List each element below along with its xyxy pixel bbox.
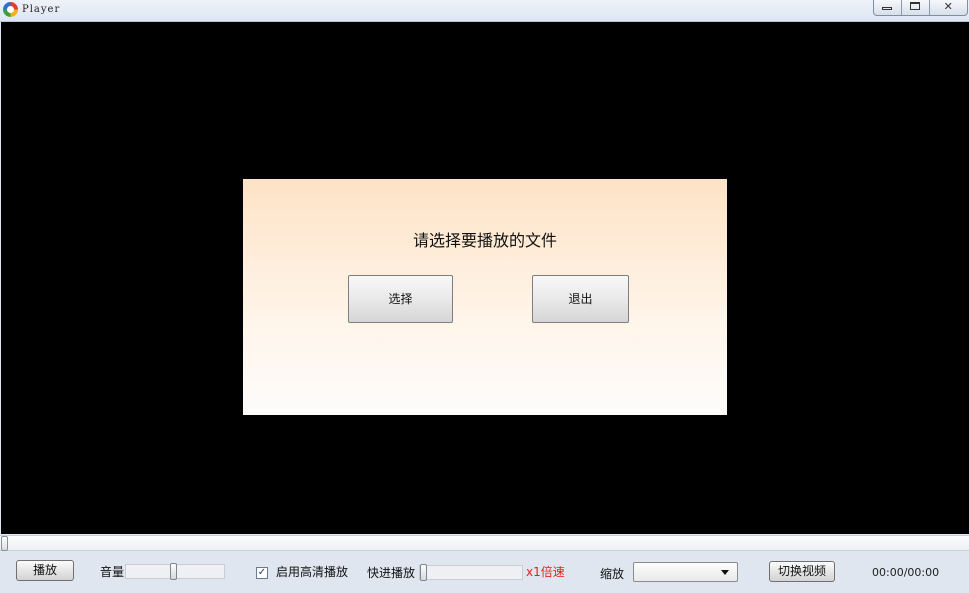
dialog-prompt: 请选择要播放的文件 bbox=[412, 231, 557, 250]
minimize-icon bbox=[882, 7, 892, 10]
time-display: 00:00/00:00 bbox=[872, 566, 940, 579]
maximize-button[interactable] bbox=[902, 0, 930, 15]
title-bar: Player ✕ bbox=[0, 0, 969, 22]
chevron-down-icon bbox=[721, 570, 729, 575]
volume-slider[interactable] bbox=[125, 563, 225, 580]
maximize-icon bbox=[909, 2, 920, 10]
video-area: 请选择要播放的文件 选择 退出 bbox=[1, 22, 969, 534]
speed-indicator: x1倍速 bbox=[526, 565, 565, 579]
fast-forward-slider[interactable] bbox=[419, 564, 523, 581]
volume-label: 音量 bbox=[100, 565, 125, 579]
app-logo-icon bbox=[3, 2, 18, 17]
zoom-select[interactable] bbox=[633, 562, 738, 582]
playback-progress-slider[interactable] bbox=[0, 535, 969, 551]
exit-button[interactable]: 退出 bbox=[532, 275, 629, 323]
play-button[interactable]: 播放 bbox=[16, 560, 74, 581]
hd-playback-checkbox[interactable]: ✓ bbox=[256, 567, 268, 579]
switch-video-button[interactable]: 切换视频 bbox=[769, 561, 835, 582]
close-icon: ✕ bbox=[943, 0, 953, 13]
close-button[interactable]: ✕ bbox=[930, 0, 967, 15]
control-bar: 播放 音量 ✓ 启用高清播放 快进播放 x1倍速 缩放 切换视频 00:00/0… bbox=[0, 552, 969, 593]
minimize-button[interactable] bbox=[874, 0, 902, 15]
hd-playback-label: 启用高清播放 bbox=[276, 565, 349, 579]
window-controls: ✕ bbox=[873, 0, 968, 16]
fast-forward-label: 快进播放 bbox=[367, 566, 416, 580]
select-file-button[interactable]: 选择 bbox=[348, 275, 453, 323]
zoom-label: 缩放 bbox=[600, 567, 625, 581]
progress-thumb[interactable] bbox=[1, 536, 8, 551]
fast-forward-thumb[interactable] bbox=[420, 564, 427, 581]
file-select-dialog: 请选择要播放的文件 选择 退出 bbox=[243, 179, 727, 415]
window-title: Player bbox=[22, 4, 61, 15]
volume-thumb[interactable] bbox=[170, 563, 177, 580]
